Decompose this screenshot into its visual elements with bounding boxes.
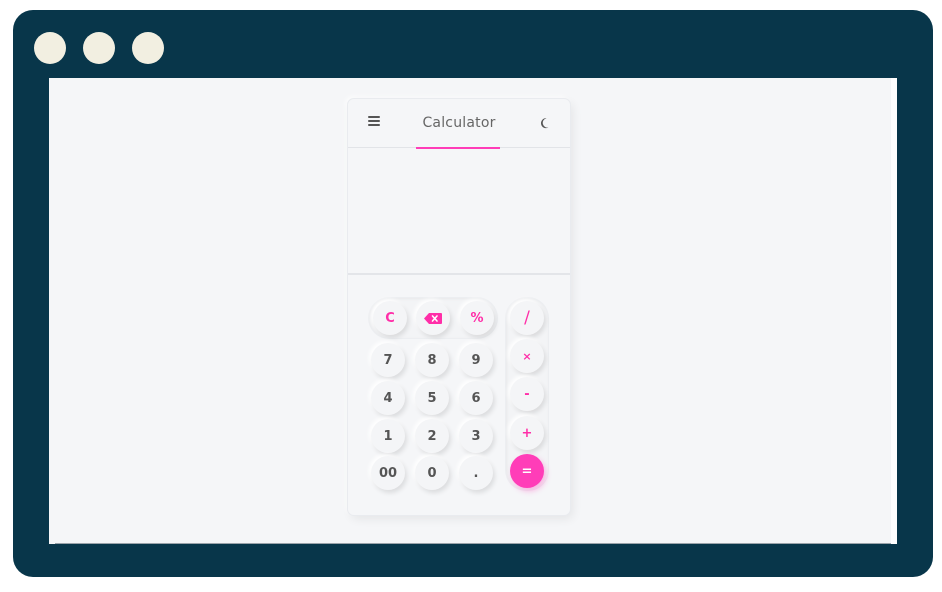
backspace-button[interactable] xyxy=(416,301,450,335)
calculator-card: Calculator C % / × - + = 7 8 9 4 5 6 1 2… xyxy=(348,99,570,515)
viewport-edge xyxy=(891,78,897,544)
digit-4-button[interactable]: 4 xyxy=(371,381,405,415)
calculator-header: Calculator xyxy=(348,99,570,149)
digit-8-button[interactable]: 8 xyxy=(415,343,449,377)
keypad: C % / × - + = 7 8 9 4 5 6 1 2 3 00 0 . xyxy=(348,296,570,511)
digit-1-button[interactable]: 1 xyxy=(371,419,405,453)
digit-2-button[interactable]: 2 xyxy=(415,419,449,453)
equals-button[interactable]: = xyxy=(510,454,544,488)
calculator-display xyxy=(348,148,570,275)
digit-0-button[interactable]: 0 xyxy=(415,456,449,490)
subtract-button[interactable]: - xyxy=(510,377,544,411)
double-zero-button[interactable]: 00 xyxy=(371,456,405,490)
decimal-point-button[interactable]: . xyxy=(459,456,493,490)
digit-5-button[interactable]: 5 xyxy=(415,381,449,415)
digit-9-button[interactable]: 9 xyxy=(459,343,493,377)
page-viewport: Calculator C % / × - + = 7 8 9 4 5 6 1 2… xyxy=(49,78,897,544)
backspace-icon xyxy=(424,312,442,324)
window-dot-1[interactable] xyxy=(34,32,66,64)
app-title: Calculator xyxy=(422,115,496,131)
digit-6-button[interactable]: 6 xyxy=(459,381,493,415)
multiply-button[interactable]: × xyxy=(510,339,544,373)
divide-button[interactable]: / xyxy=(510,301,544,335)
moon-icon[interactable] xyxy=(540,117,552,129)
window-dot-2[interactable] xyxy=(83,32,115,64)
digit-3-button[interactable]: 3 xyxy=(459,419,493,453)
window-dot-3[interactable] xyxy=(132,32,164,64)
title-underline xyxy=(416,147,500,149)
percent-button[interactable]: % xyxy=(460,301,494,335)
add-button[interactable]: + xyxy=(510,416,544,450)
digit-7-button[interactable]: 7 xyxy=(371,343,405,377)
browser-frame: Calculator C % / × - + = 7 8 9 4 5 6 1 2… xyxy=(13,10,933,577)
clear-button[interactable]: C xyxy=(373,301,407,335)
